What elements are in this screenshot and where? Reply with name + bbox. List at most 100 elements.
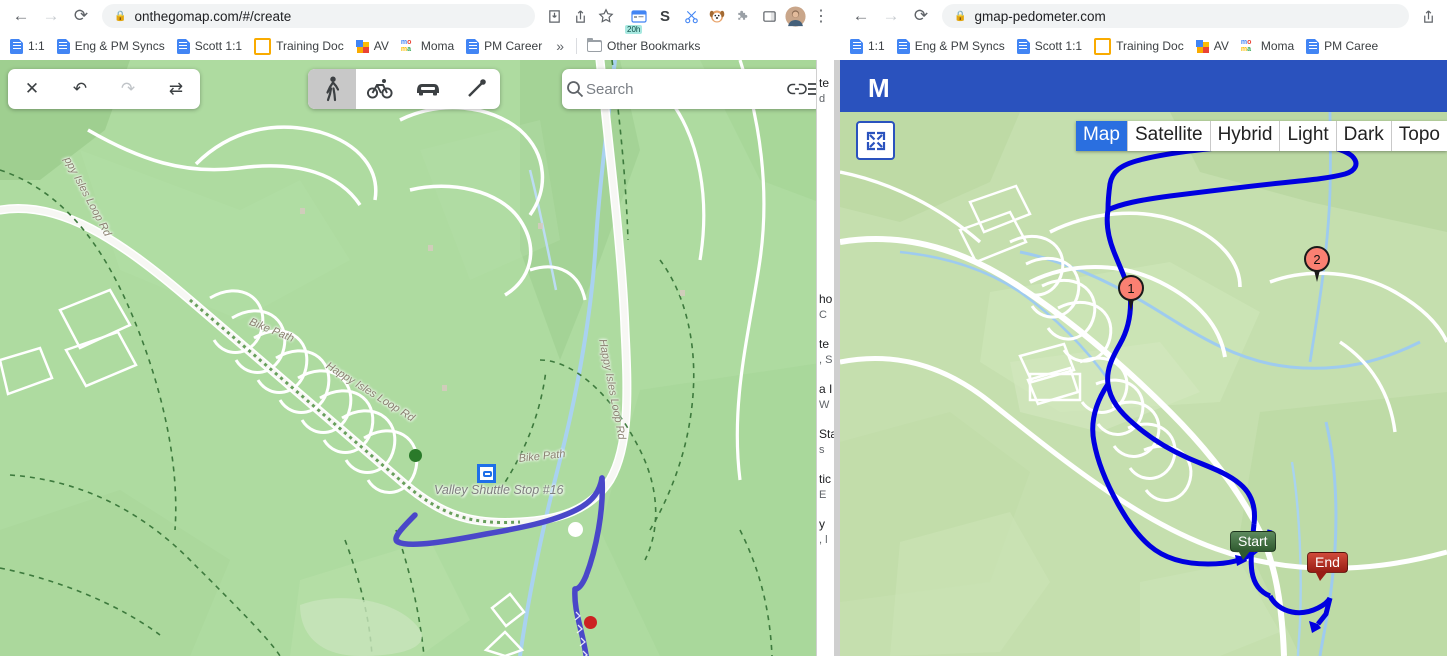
share-icon[interactable] [567, 3, 593, 29]
reverse-route-button[interactable]: ⇄ [152, 69, 200, 109]
onthegomap-map-canvas[interactable]: ppy Isles Loop Rd Bike Path Happy Isles … [0, 60, 840, 656]
left-toolbar-icons: 20h S ⋮ [541, 3, 834, 34]
bookmark-item[interactable]: mo ma Moma [395, 35, 460, 57]
address-bar[interactable]: 🔒 gmap-pedometer.com [942, 4, 1409, 28]
right-bookmarks-bar: 1:1 Eng & PM Syncs Scott 1:1 Training Do… [840, 32, 1447, 60]
gmap-pedometer-logo: M [868, 73, 890, 103]
bookmark-label: 1:1 [868, 39, 885, 53]
puzzle-extensions-icon[interactable] [730, 3, 756, 29]
left-bookmarks-bar: 1:1 Eng & PM Syncs Scott 1:1 Training Do… [0, 32, 840, 60]
bg-text-fragment: te [819, 337, 830, 351]
bookmark-item[interactable]: Training Doc [1088, 35, 1190, 57]
transport-mode-toolbar [308, 69, 500, 109]
back-button[interactable]: ← [846, 1, 876, 31]
other-bookmarks-button[interactable]: Other Bookmarks [581, 35, 706, 57]
bookmarks-overflow-button[interactable]: » [548, 38, 572, 54]
layer-button-dark[interactable]: Dark [1336, 121, 1392, 151]
bookmark-star-icon[interactable] [593, 3, 619, 29]
bookmark-item[interactable]: Scott 1:1 [171, 35, 248, 57]
transit-stop-marker[interactable] [477, 464, 496, 483]
layer-button-hybrid[interactable]: Hybrid [1210, 121, 1281, 151]
start-flag-label: Start [1238, 533, 1268, 549]
download-icon[interactable] [541, 3, 567, 29]
flag-nub [1315, 571, 1328, 581]
route-start-flag[interactable]: Start [1230, 531, 1276, 560]
scissors-icon[interactable] [678, 3, 704, 29]
bg-text-fragment: ho [819, 292, 833, 306]
redo-button[interactable]: ↷ [104, 69, 152, 109]
left-map-graphics [0, 60, 840, 656]
dog-extension-icon[interactable] [704, 3, 730, 29]
forward-button[interactable]: → [36, 1, 66, 31]
folder-icon [586, 37, 602, 52]
reload-button[interactable]: ⟳ [66, 1, 96, 31]
bookmark-label: AV [373, 39, 389, 53]
route-pin-marker[interactable]: 2 [1304, 246, 1330, 282]
moma-icon: mo ma [1240, 39, 1252, 53]
bookmark-item[interactable]: Training Doc [248, 35, 350, 57]
google-docs-icon [896, 38, 910, 54]
bookmark-item[interactable]: mo ma Moma [1235, 35, 1300, 57]
other-bookmarks-label: Other Bookmarks [606, 39, 701, 53]
fullscreen-icon[interactable] [856, 121, 895, 160]
bg-text-fragment: s [819, 444, 825, 456]
search-input[interactable] [584, 79, 787, 99]
cycling-mode-button[interactable] [356, 69, 404, 109]
back-button[interactable]: ← [6, 1, 36, 31]
straight-line-mode-button[interactable] [452, 69, 500, 109]
bookmark-item[interactable]: 1:1 [844, 35, 891, 57]
bookmark-item[interactable]: Scott 1:1 [1011, 35, 1088, 57]
clear-route-button[interactable]: ✕ [8, 69, 56, 109]
bg-text-fragment: tic [819, 472, 831, 486]
gmap-pedometer-map-canvas[interactable]: Half Dome Village Happy Isles 1 2 Start … [840, 112, 1447, 656]
sidepanel-icon[interactable] [756, 3, 782, 29]
bg-text-fragment: E [819, 489, 827, 501]
bookmark-item[interactable]: PM Career [460, 35, 548, 57]
google-docs-icon [10, 38, 23, 54]
bookmark-label: Training Doc [276, 39, 344, 53]
map-layer-selector: Map Satellite Hybrid Light Dark Topo [1075, 121, 1447, 151]
bg-text-fragment: , S [819, 354, 833, 366]
profile-avatar[interactable] [782, 3, 808, 29]
route-pin-marker[interactable]: 1 [1118, 275, 1144, 311]
bookmark-divider [575, 38, 577, 54]
undo-button[interactable]: ↶ [56, 69, 104, 109]
route-end-marker[interactable] [584, 616, 597, 629]
address-bar[interactable]: 🔒 onthegomap.com/#/create [102, 4, 535, 28]
share-icon[interactable] [1415, 3, 1441, 29]
google-docs-icon [1016, 38, 1030, 54]
bookmark-item[interactable]: Eng & PM Syncs [51, 35, 171, 57]
bookmark-label: Scott 1:1 [1034, 39, 1083, 53]
driving-mode-button[interactable] [404, 69, 452, 109]
google-docs-icon [850, 38, 863, 54]
bg-text-fragment: d [819, 93, 826, 105]
bookmark-item[interactable]: AV [1190, 35, 1235, 57]
forward-button[interactable]: → [876, 1, 906, 31]
more-menu-icon[interactable]: ⋮ [808, 3, 834, 29]
share-link-icon[interactable] [787, 69, 807, 109]
background-window-sliver[interactable]: te d ho C te , S a I W Sta s tic E y , l [816, 60, 841, 656]
bookmark-item[interactable]: PM Caree [1300, 35, 1384, 57]
bookmark-label: Moma [420, 39, 455, 53]
bookmark-label: 1:1 [28, 39, 45, 53]
walking-mode-button[interactable] [308, 69, 356, 109]
bookmark-item[interactable]: 1:1 [4, 35, 51, 57]
layer-button-map[interactable]: Map [1075, 121, 1128, 151]
bookmark-label: PM Caree [1324, 39, 1379, 53]
s-extension-icon[interactable]: S [652, 3, 678, 29]
address-bar-url: onthegomap.com/#/create [134, 8, 292, 24]
layer-button-topo[interactable]: Topo [1391, 121, 1447, 151]
bookmark-label: PM Career [484, 39, 543, 53]
end-flag-label: End [1315, 554, 1340, 570]
layer-button-satellite[interactable]: Satellite [1127, 121, 1211, 151]
reload-button[interactable]: ⟳ [906, 1, 936, 31]
bg-text-fragment: W [819, 399, 830, 411]
bookmark-item[interactable]: AV [350, 35, 395, 57]
route-waypoint-marker[interactable] [568, 522, 583, 537]
route-start-marker[interactable] [409, 449, 422, 462]
flag-nub [1238, 550, 1251, 560]
bookmark-item[interactable]: Eng & PM Syncs [891, 35, 1011, 57]
layer-button-light[interactable]: Light [1280, 121, 1337, 151]
calendar-icon[interactable]: 20h [625, 3, 652, 34]
route-end-flag[interactable]: End [1307, 552, 1348, 581]
